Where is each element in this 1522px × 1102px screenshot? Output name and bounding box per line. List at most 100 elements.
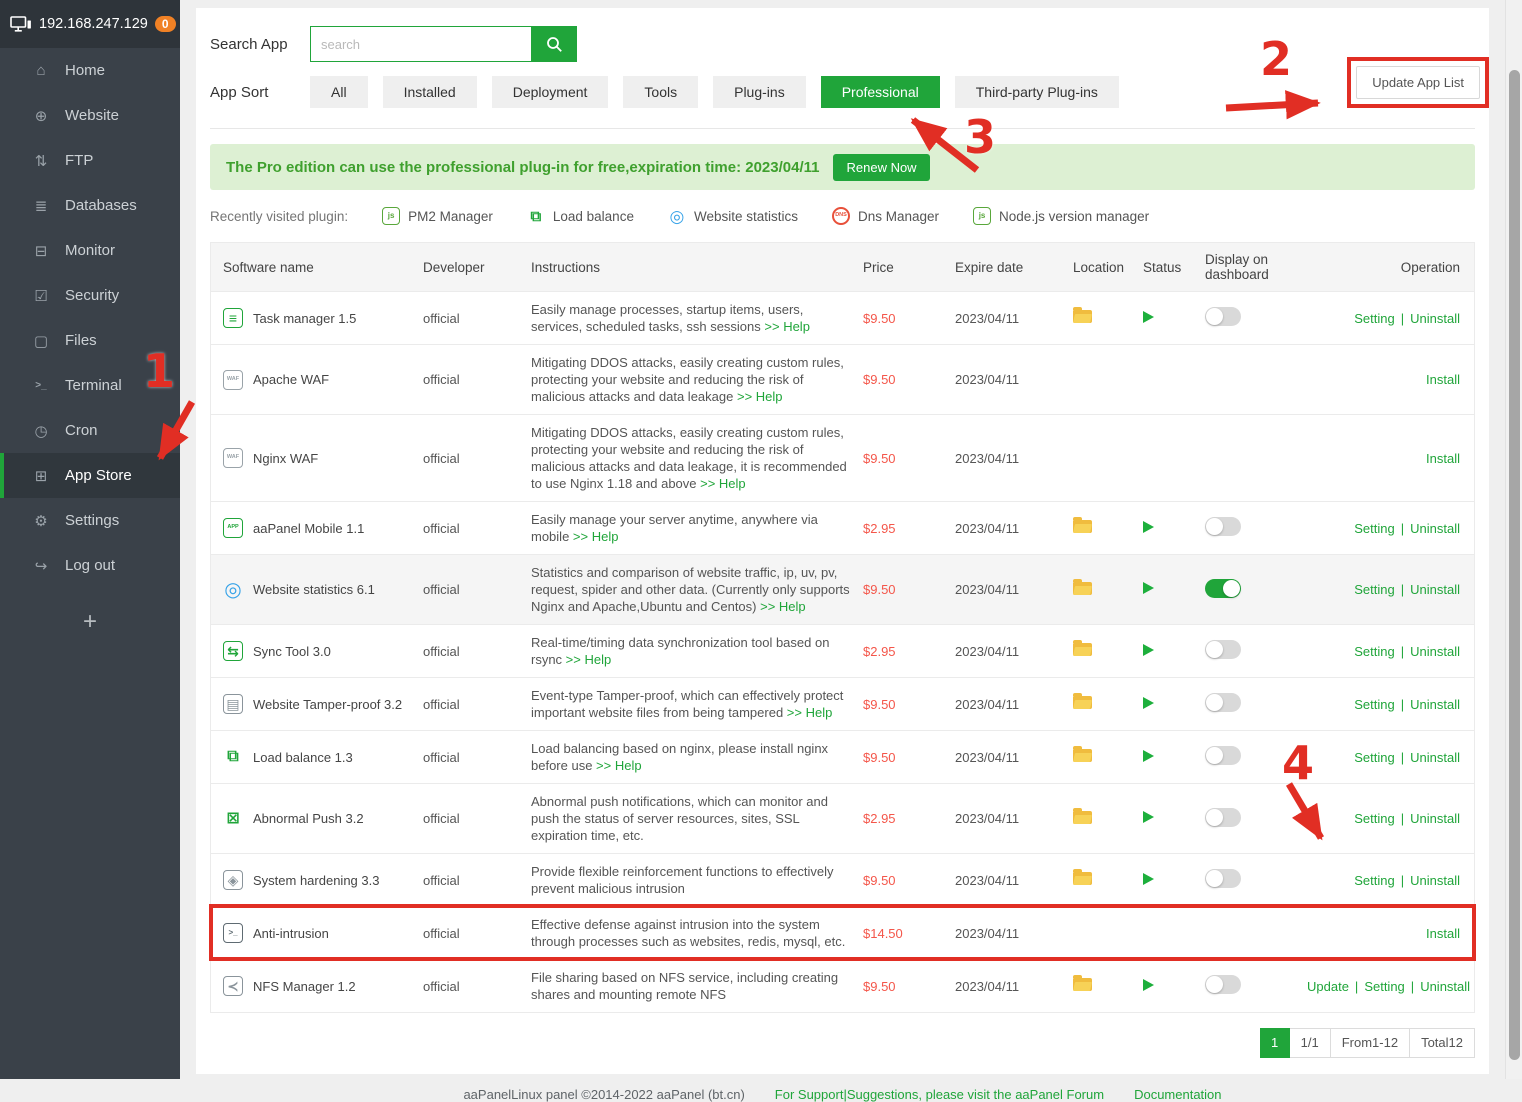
tab-installed[interactable]: Installed [383,76,477,108]
uninstall-link[interactable]: Uninstall [1410,582,1460,597]
sidebar-item-monitor[interactable]: ⊟Monitor [0,228,180,273]
operation-cell: Setting|Uninstall [1307,644,1462,659]
search-button[interactable] [532,26,577,62]
sidebar-item-files[interactable]: ▢Files [0,318,180,363]
tab-professional[interactable]: Professional [821,76,940,108]
scrollbar-thumb[interactable] [1509,70,1520,1060]
display-dashboard-cell [1205,693,1307,715]
footer-docs-link[interactable]: Documentation [1134,1087,1221,1102]
dashboard-toggle[interactable] [1205,808,1241,827]
sort-label: App Sort [210,84,310,101]
install-link[interactable]: Install [1426,451,1460,466]
setting-link[interactable]: Setting [1354,644,1394,659]
sidebar-item-databases[interactable]: ≣Databases [0,183,180,228]
tab-deployment[interactable]: Deployment [492,76,609,108]
help-link[interactable]: >> Help [733,389,782,404]
status-cell [1143,979,1205,994]
help-link[interactable]: >> Help [700,476,746,491]
sidebar-item-ftp[interactable]: ⇅FTP [0,138,180,183]
dashboard-toggle[interactable] [1205,579,1241,598]
status-cell [1143,873,1205,888]
price-cell: $9.50 [863,582,955,597]
price-cell: $2.95 [863,521,955,536]
sidebar-item-website[interactable]: ⊕Website [0,93,180,138]
uninstall-link[interactable]: Uninstall [1410,521,1460,536]
tab-third-party-plug-ins[interactable]: Third-party Plug-ins [955,76,1119,108]
uninstall-link[interactable]: Uninstall [1410,697,1460,712]
folder-icon[interactable] [1073,811,1092,824]
setting-link[interactable]: Setting [1354,697,1394,712]
scrollbar-track[interactable] [1505,0,1522,1079]
notification-badge[interactable]: 0 [155,16,176,32]
folder-icon[interactable] [1073,696,1092,709]
sidebar-item-cron[interactable]: ◷Cron [0,408,180,453]
help-link[interactable]: >> Help [760,599,806,614]
uninstall-link[interactable]: Uninstall [1410,644,1460,659]
help-link[interactable]: >> Help [761,319,810,334]
update-link[interactable]: Update [1307,979,1349,994]
help-link[interactable]: >> Help [569,529,618,544]
tab-plug-ins[interactable]: Plug-ins [713,76,806,108]
dashboard-toggle[interactable] [1205,975,1241,994]
operation-separator: | [1395,811,1410,826]
uninstall-link[interactable]: Uninstall [1410,811,1460,826]
recent-plugin-label: Load balance [553,209,634,224]
folder-icon[interactable] [1073,643,1092,656]
table-row: WAFApache WAFofficialMitigating DDOS att… [211,344,1474,414]
operation-cell: Setting|Uninstall [1307,697,1462,712]
uninstall-link[interactable]: Uninstall [1410,311,1460,326]
tab-tools[interactable]: Tools [623,76,698,108]
folder-icon[interactable] [1073,310,1092,323]
sidebar-item-home[interactable]: ⌂Home [0,48,180,93]
setting-link[interactable]: Setting [1354,582,1394,597]
renew-now-button[interactable]: Renew Now [833,154,929,181]
footer-forum-link[interactable]: For Support|Suggestions, please visit th… [775,1087,1104,1102]
folder-icon[interactable] [1073,872,1092,885]
install-link[interactable]: Install [1426,372,1460,387]
aapanel-mobile-icon: APP [223,518,243,538]
developer-cell: official [423,311,531,326]
dashboard-toggle[interactable] [1205,746,1241,765]
tab-all[interactable]: All [310,76,368,108]
help-link[interactable]: >> Help [562,652,611,667]
dashboard-toggle[interactable] [1205,693,1241,712]
page-number[interactable]: 1 [1260,1028,1290,1058]
dashboard-toggle[interactable] [1205,307,1241,326]
folder-icon[interactable] [1073,978,1092,991]
help-link[interactable]: >> Help [783,705,832,720]
setting-link[interactable]: Setting [1354,521,1394,536]
folder-icon[interactable] [1073,520,1092,533]
uninstall-link[interactable]: Uninstall [1410,750,1460,765]
instructions-cell: Real-time/timing data synchronization to… [531,634,863,668]
server-header[interactable]: 192.168.247.129 0 [0,0,180,48]
install-link[interactable]: Install [1426,926,1460,941]
sidebar-item-settings[interactable]: ⚙Settings [0,498,180,543]
setting-link[interactable]: Setting [1354,873,1394,888]
sidebar-item-log-out[interactable]: ↪Log out [0,543,180,588]
toggle-knob [1206,870,1223,887]
recent-plugin-website-statistics[interactable]: ◎Website statistics [668,207,798,225]
sidebar-item-terminal[interactable]: >_Terminal [0,363,180,408]
update-app-list-button[interactable]: Update App List [1356,66,1480,99]
help-link[interactable]: >> Help [592,758,641,773]
uninstall-link[interactable]: Uninstall [1410,873,1460,888]
recent-plugin-pm2-manager[interactable]: jsPM2 Manager [382,207,493,225]
sidebar-item-security[interactable]: ☑Security [0,273,180,318]
setting-link[interactable]: Setting [1354,311,1394,326]
dashboard-toggle[interactable] [1205,869,1241,888]
setting-link[interactable]: Setting [1354,750,1394,765]
setting-link[interactable]: Setting [1364,979,1404,994]
folder-icon[interactable] [1073,582,1092,595]
recent-plugin-node-js-version-manager[interactable]: jsNode.js version manager [973,207,1149,225]
dashboard-toggle[interactable] [1205,640,1241,659]
sidebar-item-app-store[interactable]: ⊞App Store [0,453,180,498]
folder-icon[interactable] [1073,749,1092,762]
sidebar-add-button[interactable]: + [0,608,180,636]
uninstall-link[interactable]: Uninstall [1420,979,1470,994]
setting-link[interactable]: Setting [1354,811,1394,826]
recent-plugin-dns-manager[interactable]: DNSDns Manager [832,207,939,225]
search-input[interactable] [310,26,532,62]
software-name-cell: ⊠Abnormal Push 3.2 [223,809,423,829]
dashboard-toggle[interactable] [1205,517,1241,536]
recent-plugin-load-balance[interactable]: ⧉Load balance [527,207,634,225]
